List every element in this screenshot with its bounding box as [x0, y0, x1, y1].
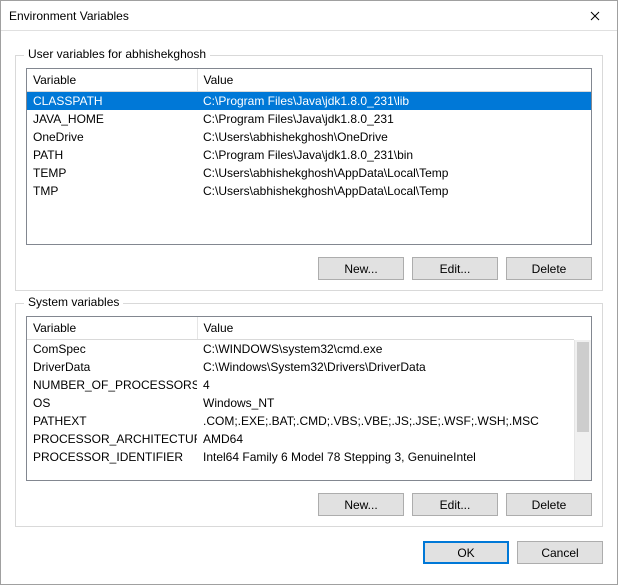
user-var-row[interactable]: CLASSPATHC:\Program Files\Java\jdk1.8.0_…	[27, 92, 591, 110]
system-group-legend: System variables	[24, 295, 123, 309]
window-title: Environment Variables	[9, 9, 129, 23]
user-var-row[interactable]: JAVA_HOMEC:\Program Files\Java\jdk1.8.0_…	[27, 110, 591, 128]
system-var-row[interactable]: DriverDataC:\Windows\System32\Drivers\Dr…	[27, 358, 574, 376]
user-col-variable[interactable]: Variable	[27, 69, 197, 92]
system-var-row-name: NUMBER_OF_PROCESSORS	[27, 376, 197, 394]
user-var-row-value: C:\Program Files\Java\jdk1.8.0_231\bin	[197, 146, 591, 164]
system-var-row-name: PATHEXT	[27, 412, 197, 430]
system-var-row-value: C:\Windows\System32\Drivers\DriverData	[197, 358, 574, 376]
scrollbar-thumb[interactable]	[577, 342, 589, 432]
system-col-value[interactable]: Value	[197, 317, 574, 340]
close-icon	[590, 11, 600, 21]
user-var-row-value: C:\Program Files\Java\jdk1.8.0_231\lib	[197, 92, 591, 110]
user-var-row-name: TMP	[27, 182, 197, 200]
environment-variables-dialog: Environment Variables User variables for…	[0, 0, 618, 585]
user-var-row[interactable]: PATHC:\Program Files\Java\jdk1.8.0_231\b…	[27, 146, 591, 164]
system-var-row-name: OS	[27, 394, 197, 412]
system-var-row[interactable]: PATHEXT.COM;.EXE;.BAT;.CMD;.VBS;.VBE;.JS…	[27, 412, 574, 430]
ok-button[interactable]: OK	[423, 541, 509, 564]
user-col-value[interactable]: Value	[197, 69, 591, 92]
user-var-row[interactable]: OneDriveC:\Users\abhishekghosh\OneDrive	[27, 128, 591, 146]
dialog-content: User variables for abhishekghosh Variabl…	[1, 31, 617, 584]
system-var-row[interactable]: ComSpecC:\WINDOWS\system32\cmd.exe	[27, 340, 574, 358]
system-variables-table[interactable]: Variable Value ComSpecC:\WINDOWS\system3…	[26, 316, 592, 481]
user-new-button[interactable]: New...	[318, 257, 404, 280]
user-group-legend: User variables for abhishekghosh	[24, 47, 210, 61]
system-edit-button[interactable]: Edit...	[412, 493, 498, 516]
system-var-row-value: Intel64 Family 6 Model 78 Stepping 3, Ge…	[197, 448, 574, 466]
system-var-row-value: AMD64	[197, 430, 574, 448]
system-var-row-name: DriverData	[27, 358, 197, 376]
system-var-row-name: PROCESSOR_IDENTIFIER	[27, 448, 197, 466]
system-var-row[interactable]: NUMBER_OF_PROCESSORS4	[27, 376, 574, 394]
system-var-row[interactable]: PROCESSOR_IDENTIFIERIntel64 Family 6 Mod…	[27, 448, 574, 466]
user-var-row-name: OneDrive	[27, 128, 197, 146]
system-delete-button[interactable]: Delete	[506, 493, 592, 516]
cancel-button[interactable]: Cancel	[517, 541, 603, 564]
system-var-row[interactable]: OSWindows_NT	[27, 394, 574, 412]
system-scrollbar[interactable]	[574, 340, 591, 480]
system-var-row[interactable]: PROCESSOR_ARCHITECTUREAMD64	[27, 430, 574, 448]
user-var-row-name: TEMP	[27, 164, 197, 182]
user-var-row-value: C:\Users\abhishekghosh\OneDrive	[197, 128, 591, 146]
titlebar: Environment Variables	[1, 1, 617, 31]
user-var-row-value: C:\Users\abhishekghosh\AppData\Local\Tem…	[197, 164, 591, 182]
user-var-row-value: C:\Program Files\Java\jdk1.8.0_231	[197, 110, 591, 128]
user-edit-button[interactable]: Edit...	[412, 257, 498, 280]
system-var-row-value: C:\WINDOWS\system32\cmd.exe	[197, 340, 574, 358]
user-var-row-name: PATH	[27, 146, 197, 164]
user-variables-table[interactable]: Variable Value CLASSPATHC:\Program Files…	[26, 68, 592, 245]
user-var-row[interactable]: TEMPC:\Users\abhishekghosh\AppData\Local…	[27, 164, 591, 182]
user-var-row-name: CLASSPATH	[27, 92, 197, 110]
user-button-row: New... Edit... Delete	[26, 257, 592, 280]
user-var-row[interactable]: TMPC:\Users\abhishekghosh\AppData\Local\…	[27, 182, 591, 200]
user-variables-group: User variables for abhishekghosh Variabl…	[15, 55, 603, 291]
system-button-row: New... Edit... Delete	[26, 493, 592, 516]
system-variables-group: System variables Variable Value ComSpecC…	[15, 303, 603, 527]
system-col-variable[interactable]: Variable	[27, 317, 197, 340]
system-var-row-value: 4	[197, 376, 574, 394]
dialog-button-row: OK Cancel	[15, 541, 603, 564]
close-button[interactable]	[572, 1, 617, 30]
system-var-row-value: .COM;.EXE;.BAT;.CMD;.VBS;.VBE;.JS;.JSE;.…	[197, 412, 574, 430]
system-new-button[interactable]: New...	[318, 493, 404, 516]
system-var-row-value: Windows_NT	[197, 394, 574, 412]
user-var-row-name: JAVA_HOME	[27, 110, 197, 128]
user-delete-button[interactable]: Delete	[506, 257, 592, 280]
system-var-row-name: ComSpec	[27, 340, 197, 358]
system-var-row-name: PROCESSOR_ARCHITECTURE	[27, 430, 197, 448]
user-var-row-value: C:\Users\abhishekghosh\AppData\Local\Tem…	[197, 182, 591, 200]
